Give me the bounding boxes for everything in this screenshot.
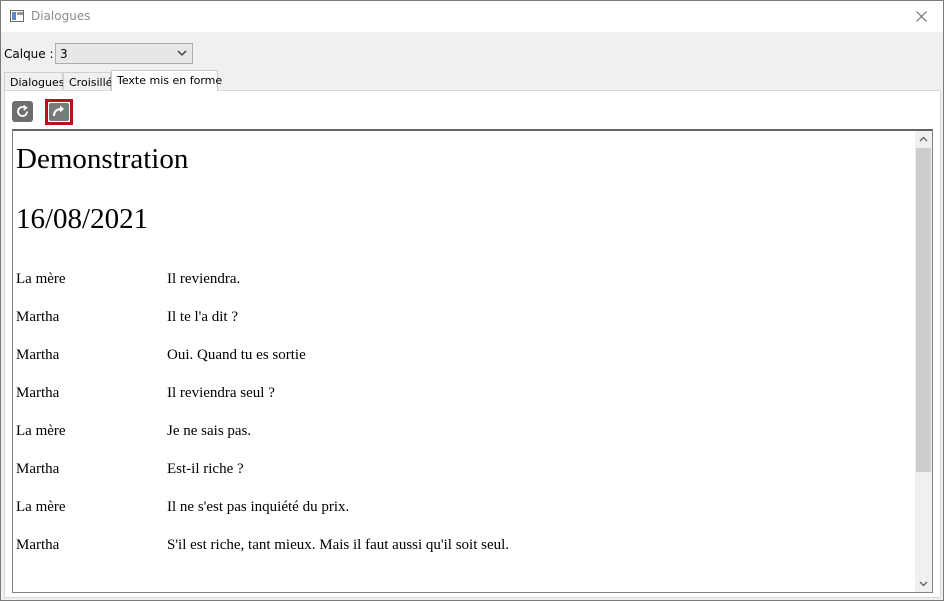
speech: Je ne sais pas.: [167, 423, 252, 439]
document-title: Demonstration: [16, 143, 189, 175]
tab-label: Texte mis en forme: [117, 74, 223, 87]
speaker: La mère: [16, 271, 66, 287]
speech: Oui. Quand tu es sortie: [167, 347, 306, 363]
scroll-up-button[interactable]: [915, 131, 932, 148]
formatted-text-view[interactable]: Demonstration 16/08/2021 La mère Il revi…: [12, 129, 933, 593]
dialogues-window: Dialogues Calque : 3 Dialogues Croisillé…: [0, 0, 944, 601]
speaker: Martha: [16, 537, 60, 553]
speech: Il reviendra seul ?: [167, 385, 275, 401]
layer-label: Calque :: [4, 47, 54, 61]
layer-select[interactable]: 3: [55, 43, 193, 64]
tab-croisille[interactable]: Croisillé: [63, 72, 113, 90]
tab-dialogues[interactable]: Dialogues: [4, 72, 65, 90]
speech: Il ne s'est pas inquiété du prix.: [167, 499, 350, 515]
tab-label: Croisillé: [69, 76, 113, 89]
speaker: Martha: [16, 461, 60, 477]
speech: S'il est riche, tant mieux. Mais il faut…: [167, 537, 510, 553]
speech: Il te l'a dit ?: [167, 309, 239, 325]
speech: Il reviendra.: [167, 271, 241, 287]
chevron-down-icon: [177, 50, 187, 56]
tab-panel: Demonstration 16/08/2021 La mère Il revi…: [4, 90, 941, 598]
chevron-down-icon: [919, 581, 928, 587]
title-bar: Dialogues: [1, 1, 943, 32]
layer-select-value: 3: [60, 47, 68, 61]
export-button[interactable]: [45, 99, 73, 125]
speaker: Martha: [16, 309, 60, 325]
speaker: La mère: [16, 423, 66, 439]
close-icon: [916, 11, 927, 22]
window-title: Dialogues: [31, 9, 91, 23]
speech: Est-il riche ?: [167, 461, 244, 477]
close-button[interactable]: [899, 1, 943, 32]
export-arrow-icon: [53, 105, 64, 117]
scroll-down-button[interactable]: [915, 576, 932, 592]
scroll-thumb[interactable]: [916, 148, 931, 472]
chevron-up-icon: [919, 136, 928, 142]
tab-label: Dialogues: [10, 76, 65, 89]
document-date: 16/08/2021: [16, 203, 149, 235]
refresh-button[interactable]: [12, 101, 33, 122]
document-content: Demonstration 16/08/2021 La mère Il revi…: [16, 131, 911, 592]
speaker: Martha: [16, 347, 60, 363]
refresh-icon: [17, 104, 28, 117]
window-icon: [10, 10, 24, 22]
vertical-scrollbar[interactable]: [915, 131, 932, 592]
speaker: Martha: [16, 385, 60, 401]
tab-formatted-text[interactable]: Texte mis en forme: [111, 70, 222, 91]
speaker: La mère: [16, 499, 66, 515]
